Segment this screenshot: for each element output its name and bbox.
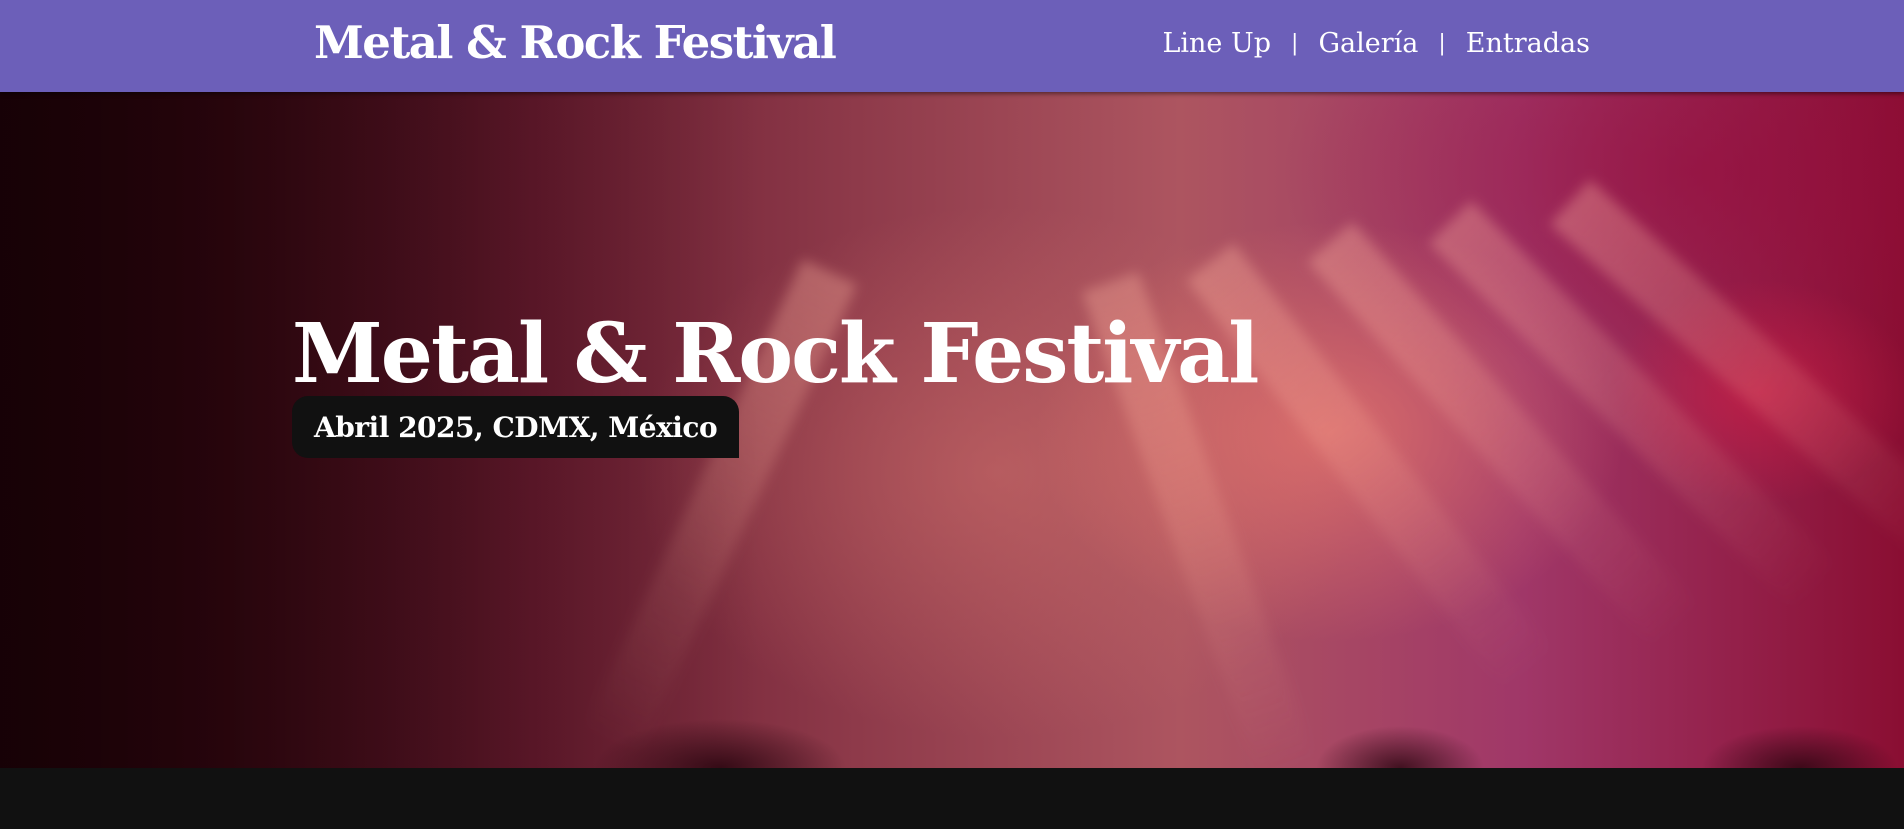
nav-separator: | — [1291, 31, 1299, 56]
nav-link-galeria[interactable]: Galería — [1318, 28, 1418, 59]
site-logo-title[interactable]: Metal & Rock Festival — [314, 16, 837, 69]
nav-link-line-up[interactable]: Line Up — [1162, 28, 1271, 59]
main-navigation: Line Up | Galería | Entradas — [1162, 28, 1590, 59]
hero-banner: Metal & Rock Festival Abril 2025, CDMX, … — [0, 92, 1904, 768]
hero-title: Metal & Rock Festival — [292, 306, 1259, 402]
event-date-location-badge: Abril 2025, CDMX, México — [292, 396, 740, 458]
site-header: Metal & Rock Festival Line Up | Galería … — [0, 0, 1904, 92]
next-section-strip — [0, 768, 1904, 829]
hero-vignette-overlay — [0, 92, 1904, 768]
nav-link-entradas[interactable]: Entradas — [1466, 28, 1590, 59]
crowd-silhouette — [0, 678, 1904, 768]
nav-separator: | — [1438, 31, 1446, 56]
